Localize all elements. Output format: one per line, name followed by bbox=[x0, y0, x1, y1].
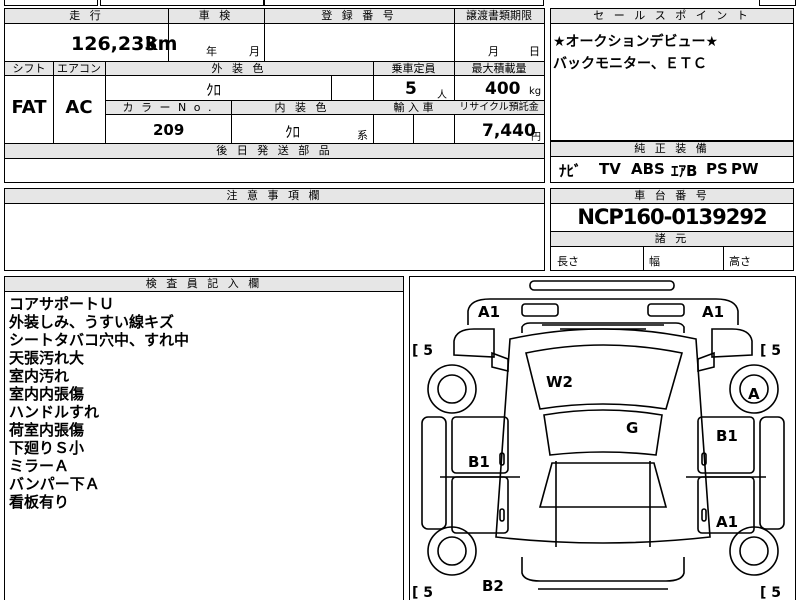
damage-w2: W2 bbox=[546, 373, 573, 391]
color-no-header: カ ラ ー N o . bbox=[122, 101, 214, 114]
import-header: 輸 入 車 bbox=[393, 101, 434, 114]
chassis-number: NCP160-0139292 bbox=[577, 205, 767, 229]
equipment-panel: 純 正 装 備 ﾅﾋﾞ TV ABS ｴｱB PS PW bbox=[550, 141, 794, 183]
recycle-unit: 円 bbox=[531, 132, 541, 143]
inspector-header: 検 査 員 記 入 欄 bbox=[5, 277, 403, 292]
capacity-unit: 人 bbox=[437, 90, 447, 101]
tire-tread-rear-right: [ 5 bbox=[760, 585, 781, 600]
top-edge-cell-4 bbox=[759, 0, 796, 6]
inspector-line: 外装しみ、うすい線キズ bbox=[9, 313, 175, 331]
exterior-color-value: ｸﾛ bbox=[206, 81, 222, 99]
notes-panel: 注 意 事 項 欄 bbox=[4, 188, 545, 271]
damage-a1-front-right: A1 bbox=[702, 303, 724, 321]
width-label: 幅 bbox=[649, 255, 660, 268]
inspector-panel: 検 査 員 記 入 欄 コアサポートＵ 外装しみ、うすい線キズ シートタバコ穴中… bbox=[4, 276, 404, 600]
inspector-line: 室内内張傷 bbox=[9, 385, 85, 403]
equipment-pw: PW bbox=[731, 160, 759, 178]
interior-color-header: 内 装 色 bbox=[274, 101, 330, 114]
later-parts-header: 後 日 発 送 部 品 bbox=[5, 144, 544, 159]
damage-a1-rear-right: A1 bbox=[716, 513, 738, 531]
shift-header: シフト bbox=[12, 62, 46, 75]
notes-header: 注 意 事 項 欄 bbox=[5, 189, 544, 204]
aircon-value: AC bbox=[65, 97, 93, 118]
tire-tread-rear-left: [ 5 bbox=[412, 585, 433, 600]
max-load-unit: kg bbox=[529, 86, 542, 97]
inspector-line: ハンドルすれ bbox=[9, 403, 100, 421]
transfer-header: 譲渡書類期限 bbox=[454, 9, 544, 24]
recycle-header: リサイクル預託金 bbox=[459, 102, 539, 113]
inspector-line: 看板有り bbox=[9, 493, 70, 511]
top-edge-cell-1 bbox=[4, 0, 98, 6]
capacity-value: 5 bbox=[405, 79, 417, 99]
sales-point-panel: セ ー ル ス ポ イ ン ト ★オークションデビュー★ バックモニター、ＥＴＣ bbox=[550, 8, 794, 141]
inspector-line: 荷室内張傷 bbox=[9, 421, 85, 439]
max-load-header: 最大積載量 bbox=[471, 62, 527, 75]
registration-header: 登 録 番 号 bbox=[264, 9, 454, 24]
inspector-line: 下廻りＳ小 bbox=[9, 439, 85, 457]
interior-color-suffix: 系 bbox=[357, 129, 368, 142]
mileage-unit: km bbox=[145, 33, 178, 55]
damage-a-wheel: A bbox=[748, 385, 760, 403]
car-diagram-panel: A1 A1 W2 A G B1 B1 A1 B2 [ 5 [ 5 [ 5 [ 5 bbox=[409, 276, 796, 600]
shift-value: FAT bbox=[11, 97, 47, 118]
tire-tread-front-left: [ 5 bbox=[412, 343, 433, 359]
max-load-value: 400 bbox=[485, 79, 521, 99]
inspector-line: コアサポートＵ bbox=[9, 295, 115, 313]
transfer-day: 日 bbox=[529, 45, 540, 58]
equipment-navi: ﾅﾋﾞ bbox=[559, 162, 582, 180]
inspection-month: 月 bbox=[249, 45, 260, 58]
damage-b1-left: B1 bbox=[468, 453, 490, 471]
chassis-panel: 車 台 番 号 NCP160-0139292 諸 元 長さ 幅 高さ bbox=[550, 188, 794, 271]
sales-point-header: セ ー ル ス ポ イ ン ト bbox=[551, 9, 793, 24]
inspector-line: 室内汚れ bbox=[9, 367, 70, 385]
equipment-ps: PS bbox=[706, 160, 728, 178]
inspector-line: バンパー下Ａ bbox=[9, 475, 100, 493]
transfer-month: 月 bbox=[488, 45, 499, 58]
vehicle-info-table: 走 行 車 検 登 録 番 号 譲渡書類期限 126,233 km 年 月 月 … bbox=[4, 8, 545, 183]
equipment-abs: ABS bbox=[631, 160, 665, 178]
equipment-header: 純 正 装 備 bbox=[551, 142, 793, 157]
recycle-value: 7,440 bbox=[482, 121, 536, 141]
inspector-line: 天張汚れ大 bbox=[9, 349, 85, 367]
top-edge-cell-3 bbox=[264, 0, 544, 6]
length-label: 長さ bbox=[557, 255, 579, 268]
equipment-tv: TV bbox=[599, 160, 621, 178]
equipment-airbag: ｴｱB bbox=[671, 162, 698, 180]
inspector-line: ミラーＡ bbox=[9, 457, 70, 475]
damage-b2: B2 bbox=[482, 577, 504, 595]
damage-a1-front-left: A1 bbox=[478, 303, 500, 321]
chassis-header: 車 台 番 号 bbox=[551, 189, 793, 204]
top-edge-cell-2 bbox=[100, 0, 264, 6]
inspection-header: 車 検 bbox=[168, 9, 264, 24]
interior-color-value: ｸﾛ bbox=[285, 123, 301, 141]
car-diagram: A1 A1 W2 A G B1 B1 A1 B2 [ 5 [ 5 [ 5 [ 5 bbox=[412, 280, 785, 600]
tire-tread-front-right: [ 5 bbox=[760, 343, 781, 359]
inspector-list: コアサポートＵ 外装しみ、うすい線キズ シートタバコ穴中、すれ中 天張汚れ大 室… bbox=[9, 295, 189, 511]
aircon-header: エアコン bbox=[57, 62, 101, 75]
capacity-header: 乗車定員 bbox=[391, 62, 436, 75]
damage-b1-right: B1 bbox=[716, 427, 738, 445]
mileage-header: 走 行 bbox=[5, 9, 168, 24]
inspector-line: シートタバコ穴中、すれ中 bbox=[9, 331, 190, 349]
dims-header: 諸 元 bbox=[551, 232, 793, 247]
sales-line-1: ★オークションデビュー★ bbox=[553, 34, 719, 50]
inspection-year: 年 bbox=[206, 45, 217, 58]
height-label: 高さ bbox=[729, 255, 751, 268]
exterior-color-header: 外 装 色 bbox=[211, 62, 267, 75]
color-no-value: 209 bbox=[153, 121, 185, 139]
damage-g: G bbox=[626, 419, 638, 437]
sales-line-2: バックモニター、ＥＴＣ bbox=[553, 56, 707, 72]
